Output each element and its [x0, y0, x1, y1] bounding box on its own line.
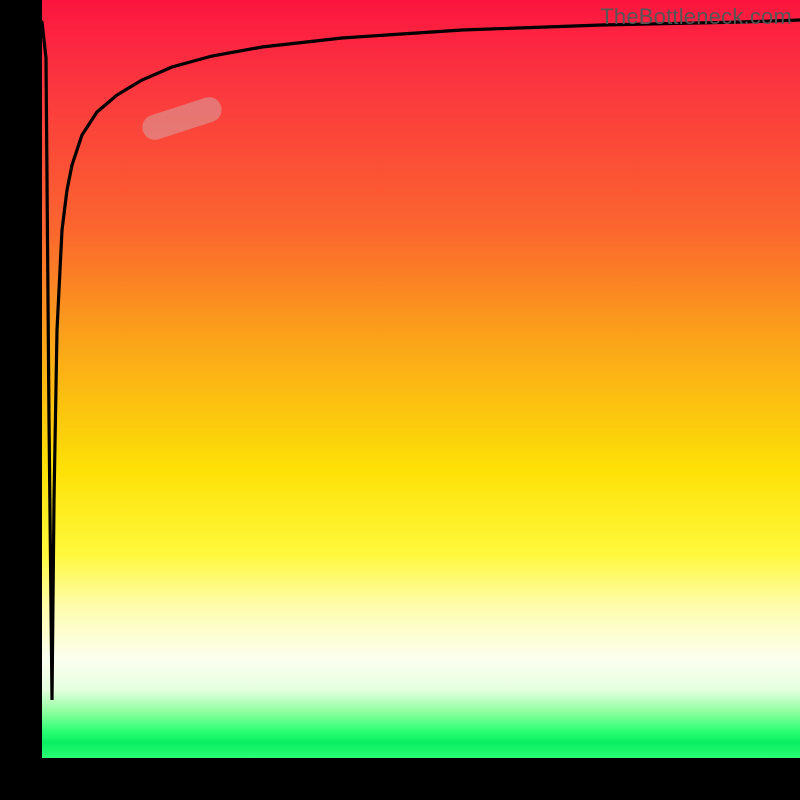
- watermark-text: TheBottleneck.com: [600, 4, 792, 30]
- chart-wrapper: TheBottleneck.com: [0, 0, 800, 800]
- y-axis-bar: [0, 0, 42, 800]
- x-axis-bar: [0, 758, 800, 800]
